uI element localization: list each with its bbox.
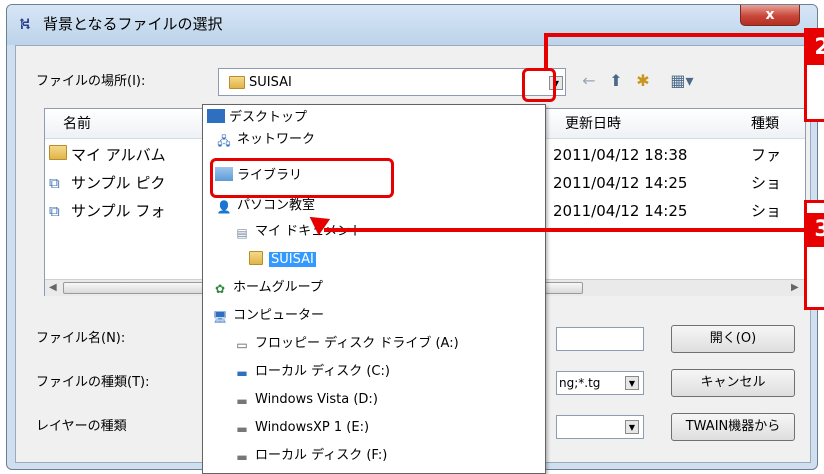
highlight-library-item (210, 158, 394, 198)
homegroup-icon: ✿ (214, 282, 226, 296)
column-header-name[interactable]: 名前 (63, 115, 91, 133)
callout-2: 2 (804, 28, 824, 122)
dropdown-item-drive-d[interactable]: ▬ Windows Vista (D:) (233, 389, 378, 411)
arrow-line-3 (324, 228, 804, 232)
dropdown-item-desktop[interactable]: デスクトップ (207, 107, 307, 129)
column-header-type[interactable]: 種類 (751, 115, 779, 133)
item-date: 2011/04/12 14:25 (553, 202, 688, 220)
user-folder-icon: 👤 (216, 200, 232, 214)
dropdown-item-drive-e[interactable]: ▬ WindowsXP 1 (E:) (233, 417, 369, 439)
computer-icon: 🖥 (212, 310, 228, 324)
highlight-dropdown-button (522, 68, 556, 102)
layer-type-select[interactable]: ▼ (556, 415, 644, 439)
folder-icon (49, 145, 67, 165)
item-date: 2011/04/12 18:38 (553, 146, 688, 164)
filetype-select[interactable]: ng;*.tg ▼ (556, 371, 644, 395)
documents-icon: ▤ (236, 226, 248, 240)
disk-drive-icon: ▬ (236, 450, 248, 464)
disk-drive-icon: ▬ (236, 394, 248, 408)
callout-2-number: 2 (807, 31, 824, 65)
dropdown-item-drive-f[interactable]: ▬ ローカル ディスク (F:) (233, 445, 387, 467)
twain-button[interactable]: TWAIN機器から (671, 413, 795, 441)
views-menu-icon[interactable]: ▦▾ (662, 70, 702, 92)
disk-drive-icon: ▬ (236, 422, 248, 436)
chevron-down-icon[interactable]: ▼ (625, 420, 639, 434)
item-date: 2011/04/12 14:25 (553, 174, 688, 192)
floppy-drive-icon: ▭ (236, 338, 248, 352)
new-folder-icon[interactable]: ✱ (632, 70, 654, 92)
item-name: サンプル フォ (71, 202, 166, 220)
scroll-right-icon[interactable]: ▶ (791, 280, 799, 296)
folder-icon (229, 76, 245, 89)
network-icon: 🖧 (217, 134, 231, 148)
filetype-value: ng;*.tg (559, 376, 601, 390)
app-icon: ⛕ (19, 14, 31, 33)
callout-3-number: 3 (807, 213, 824, 247)
dropdown-item-homegroup[interactable]: ✿ ホームグループ (211, 277, 323, 299)
column-header-date[interactable]: 更新日時 (565, 115, 621, 133)
shortcut-icon: ⧉ (49, 174, 60, 192)
dropdown-item-user[interactable]: 👤 パソコン教室 (215, 195, 316, 217)
filetype-label: ファイルの種類(T): (36, 375, 150, 390)
open-button[interactable]: 開く(O) (671, 325, 795, 353)
item-name: サンプル ピク (71, 174, 166, 192)
dropdown-item-documents[interactable]: ▤ マイ ドキュメント (233, 221, 363, 243)
location-label: ファイルの場所(I): (36, 74, 146, 89)
up-folder-icon[interactable]: ⬆ (606, 70, 626, 92)
shortcut-icon: ⧉ (49, 202, 60, 220)
item-type: ショ (751, 174, 782, 192)
location-combo[interactable]: SUISAI ▼ (218, 68, 566, 96)
layer-type-label: レイヤーの種類 (36, 419, 127, 434)
filename-label: ファイル名(N): (36, 331, 126, 346)
back-arrow-icon[interactable]: ← (580, 70, 598, 92)
filename-input[interactable] (556, 327, 644, 351)
folder-icon (247, 251, 265, 265)
arrow-line-2 (544, 33, 804, 37)
dropdown-item-floppy[interactable]: ▭ フロッピー ディスク ドライブ (A:) (233, 333, 458, 355)
window-title: 背景となるファイルの選択 (43, 15, 223, 33)
location-value: SUISAI (249, 75, 292, 90)
item-name: マイ アルバム (71, 146, 166, 164)
dropdown-item-suisai[interactable]: SUISAI (247, 249, 316, 271)
chevron-down-icon[interactable]: ▼ (625, 376, 639, 390)
cancel-button[interactable]: キャンセル (671, 369, 795, 397)
close-button[interactable]: x (740, 5, 800, 26)
title-bar[interactable]: ⛕ 背景となるファイルの選択 x (7, 5, 817, 45)
dropdown-item-computer[interactable]: 🖥 コンピューター (211, 305, 324, 327)
dropdown-item-network[interactable]: 🖧 ネットワーク (215, 129, 315, 151)
dropdown-item-drive-c[interactable]: ▬ ローカル ディスク (C:) (233, 361, 390, 383)
scroll-left-icon[interactable]: ◀ (49, 280, 57, 296)
local-disk-icon: ▬ (236, 366, 248, 380)
desktop-icon (207, 109, 225, 123)
callout-3: 3 (804, 200, 824, 310)
arrow-line-2-down (544, 33, 548, 69)
item-type: ファ (751, 146, 782, 164)
item-type: ショ (751, 202, 782, 220)
